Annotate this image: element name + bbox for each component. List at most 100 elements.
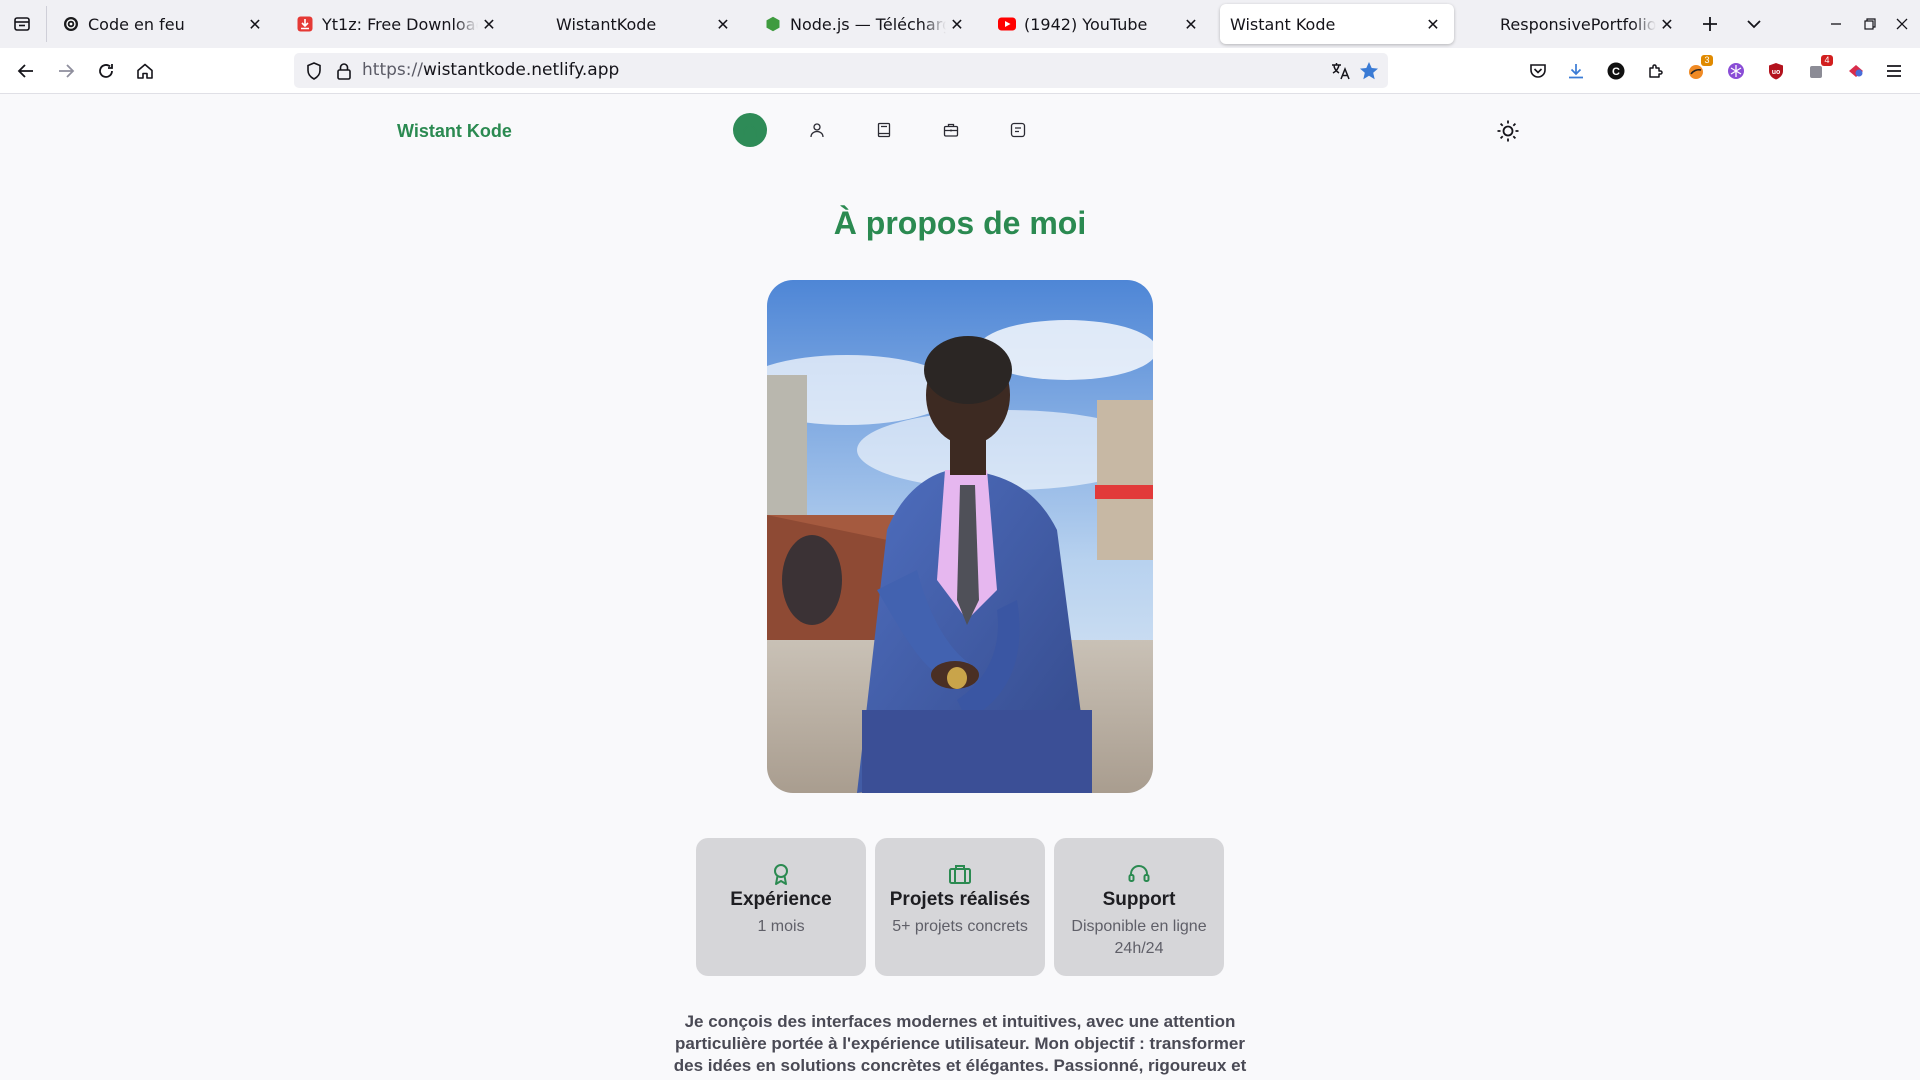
award-icon: [774, 864, 788, 885]
code-en-feu-icon: [62, 15, 80, 33]
url-bar[interactable]: https://wistantkode.netlify.app: [294, 53, 1388, 88]
user-icon: [810, 123, 824, 138]
headset-icon: [1128, 865, 1150, 882]
chevron-down-icon: [1747, 20, 1761, 29]
card-title: Support: [1102, 889, 1176, 910]
minimize-button[interactable]: [1820, 8, 1852, 40]
reload-icon: [99, 64, 113, 78]
downloads-button[interactable]: [1562, 57, 1590, 85]
tab-title: Yt1z: Free Download Vid: [322, 14, 478, 34]
lock-icon[interactable]: [334, 61, 354, 81]
minimize-icon: [1831, 23, 1841, 25]
circle-c-icon: C: [1607, 62, 1625, 80]
url-protocol: https://: [362, 60, 423, 80]
bookmark-star-icon[interactable]: [1358, 60, 1380, 82]
tab-nodejs[interactable]: Node.js — Télécharger N ✕: [752, 4, 978, 44]
ublock-shield-icon: uo: [1769, 63, 1783, 80]
youtube-icon: [998, 15, 1016, 33]
card-title: Expérience: [730, 889, 832, 910]
extensions-button[interactable]: [1642, 57, 1670, 85]
app-menu-button[interactable]: [1880, 57, 1908, 85]
profile-photo: [767, 280, 1153, 793]
tab-list-button[interactable]: [8, 10, 36, 38]
nav-about[interactable]: [800, 113, 834, 147]
nav-home[interactable]: [733, 113, 767, 147]
tab-yt1z[interactable]: Yt1z: Free Download Vid ✕: [284, 4, 510, 44]
pocket-button[interactable]: [1524, 57, 1552, 85]
experience-card: Expérience 1 mois: [696, 838, 866, 976]
shield-icon[interactable]: [304, 61, 324, 81]
extension-redblue-button[interactable]: [1842, 57, 1870, 85]
page-content: Wistant Kode À propos de moi Expérience …: [0, 95, 1920, 1080]
message-icon: [1010, 122, 1026, 138]
ublock-button[interactable]: uo: [1762, 57, 1790, 85]
tab-title: Wistant Kode: [1230, 14, 1336, 34]
close-icon[interactable]: ✕: [946, 13, 968, 35]
briefcase-icon: [949, 865, 971, 884]
tab-separator: [46, 6, 47, 42]
svg-text:C: C: [1612, 66, 1620, 78]
redblue-extension-icon: [1849, 65, 1863, 77]
home-icon: [743, 123, 757, 137]
arrow-left-icon: [17, 64, 33, 78]
tab-list-icon: [14, 17, 30, 31]
home-button[interactable]: [129, 55, 161, 87]
tab-title: WistantKode: [556, 14, 657, 34]
pocket-icon: [1530, 64, 1546, 78]
about-description: Je conçois des interfaces modernes et in…: [673, 1012, 1247, 1075]
projects-card: Projets réalisés 5+ projets concrets: [875, 838, 1045, 976]
tab-code-en-feu[interactable]: Code en feu ✕: [50, 4, 276, 44]
extension-gray-button[interactable]: 4: [1802, 55, 1833, 85]
card-subtitle: 1 mois: [757, 918, 805, 935]
back-button[interactable]: [10, 55, 42, 87]
restore-icon: [1864, 18, 1876, 30]
site-navigation: [733, 113, 1068, 147]
hamburger-menu-icon: [1887, 65, 1901, 77]
close-icon[interactable]: ✕: [1180, 13, 1202, 35]
book-icon: [877, 122, 891, 138]
forward-button[interactable]: [50, 55, 82, 87]
navigation-toolbar: https://wistantkode.netlify.app C 3 uo 4: [0, 48, 1920, 94]
translate-icon[interactable]: [1330, 60, 1352, 82]
svg-text:uo: uo: [1772, 69, 1781, 76]
tab-wistant-kode-active[interactable]: Wistant Kode ✕: [1220, 4, 1454, 44]
reload-button[interactable]: [90, 55, 122, 87]
tab-wistantkode[interactable]: WistantKode ✕: [518, 4, 744, 44]
card-title: Projets réalisés: [889, 889, 1031, 910]
support-card: Support Disponible en ligne 24h/24: [1054, 838, 1224, 976]
extension-badge: 3: [1701, 55, 1713, 66]
card-subtitle: 5+ projets concrets: [892, 918, 1028, 935]
puzzle-icon: [1649, 64, 1663, 78]
list-all-tabs-button[interactable]: [1740, 10, 1768, 38]
close-icon: [1896, 18, 1908, 30]
close-icon[interactable]: ✕: [1656, 13, 1678, 35]
close-icon[interactable]: ✕: [244, 13, 266, 35]
github-icon: [1474, 15, 1492, 33]
tab-title: (1942) YouTube: [1024, 14, 1148, 34]
tab-youtube[interactable]: (1942) YouTube ✕: [986, 4, 1212, 44]
nav-contact[interactable]: [1001, 113, 1035, 147]
plus-icon: [1703, 17, 1717, 31]
tab-title: ResponsivePortfolio/ho: [1500, 14, 1656, 34]
blank-page-icon: [530, 15, 548, 33]
close-window-button[interactable]: [1886, 8, 1918, 40]
arrow-right-icon: [59, 64, 75, 78]
restore-button[interactable]: [1854, 8, 1886, 40]
info-cards: Expérience 1 mois Projets réalisés 5+ pr…: [696, 838, 1224, 976]
close-icon[interactable]: ✕: [712, 13, 734, 35]
close-icon[interactable]: ✕: [478, 13, 500, 35]
nav-skills[interactable]: [867, 113, 901, 147]
url-host: wistantkode.netlify.app: [422, 60, 620, 80]
new-tab-button[interactable]: [1696, 10, 1724, 38]
url-text[interactable]: https://wistantkode.netlify.app: [362, 60, 619, 80]
extension-purple-button[interactable]: [1722, 57, 1750, 85]
extension-badge: 4: [1821, 55, 1833, 66]
sun-icon: [1497, 120, 1519, 142]
nav-portfolio[interactable]: [934, 113, 968, 147]
extension-orange-button[interactable]: 3: [1682, 55, 1713, 85]
theme-toggle-button[interactable]: [1494, 117, 1522, 145]
site-logo[interactable]: Wistant Kode: [397, 121, 512, 142]
close-icon[interactable]: ✕: [1422, 13, 1444, 35]
extension-c-button[interactable]: C: [1602, 57, 1630, 85]
tab-responsive-portfolio[interactable]: ResponsivePortfolio/ho ✕: [1462, 4, 1688, 44]
